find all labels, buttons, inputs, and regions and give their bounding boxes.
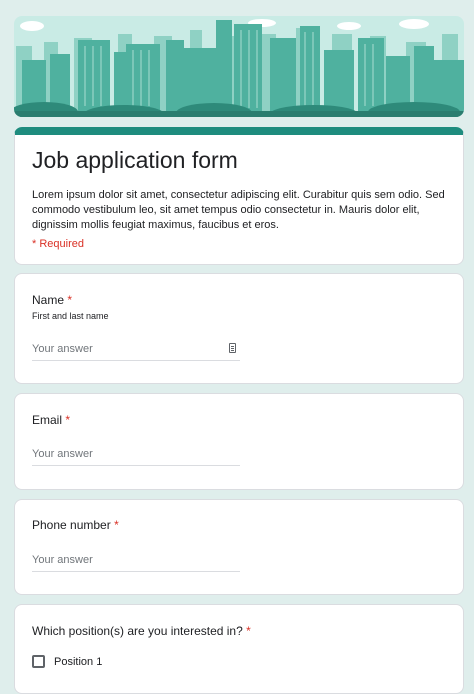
name-input[interactable]: Your answer bbox=[32, 339, 240, 361]
option-label[interactable]: Position 1 bbox=[54, 656, 102, 668]
header-banner bbox=[14, 16, 464, 117]
required-asterisk: * bbox=[65, 413, 71, 427]
email-input[interactable]: Your answer bbox=[32, 444, 240, 466]
phone-input[interactable]: Your answer bbox=[32, 550, 240, 572]
contact-card-icon[interactable] bbox=[229, 343, 236, 353]
question-card-name: Name * First and last name Your answer bbox=[14, 273, 464, 384]
form-description: Lorem ipsum dolor sit amet, consectetur … bbox=[32, 189, 445, 231]
question-help-text: First and last name bbox=[32, 311, 109, 321]
question-label-position: Which position(s) are you interested in?… bbox=[32, 624, 251, 638]
question-title: Which position(s) are you interested in? bbox=[32, 624, 243, 638]
question-title: Name bbox=[32, 293, 65, 307]
question-card-phone: Phone number * Your answer bbox=[14, 499, 464, 595]
form-title: Job application form bbox=[32, 147, 238, 173]
name-input-placeholder: Your answer bbox=[32, 343, 93, 355]
email-input-placeholder: Your answer bbox=[32, 448, 93, 460]
required-note: * Required bbox=[32, 238, 84, 250]
question-title: Phone number bbox=[32, 518, 111, 532]
question-label-phone: Phone number * bbox=[32, 518, 119, 532]
question-label-name: Name * bbox=[32, 293, 72, 307]
question-title: Email bbox=[32, 413, 63, 427]
city-skyline-image bbox=[14, 16, 464, 117]
required-asterisk: * bbox=[246, 624, 251, 638]
question-label-email: Email * bbox=[32, 413, 70, 427]
position-1-checkbox[interactable] bbox=[32, 655, 45, 668]
question-card-position: Which position(s) are you interested in?… bbox=[14, 604, 464, 694]
question-card-email: Email * Your answer bbox=[14, 393, 464, 490]
form-header-card: Job application form Lorem ipsum dolor s… bbox=[14, 127, 464, 265]
phone-input-placeholder: Your answer bbox=[32, 554, 93, 566]
required-asterisk: * bbox=[114, 518, 119, 532]
required-asterisk: * bbox=[67, 293, 73, 307]
